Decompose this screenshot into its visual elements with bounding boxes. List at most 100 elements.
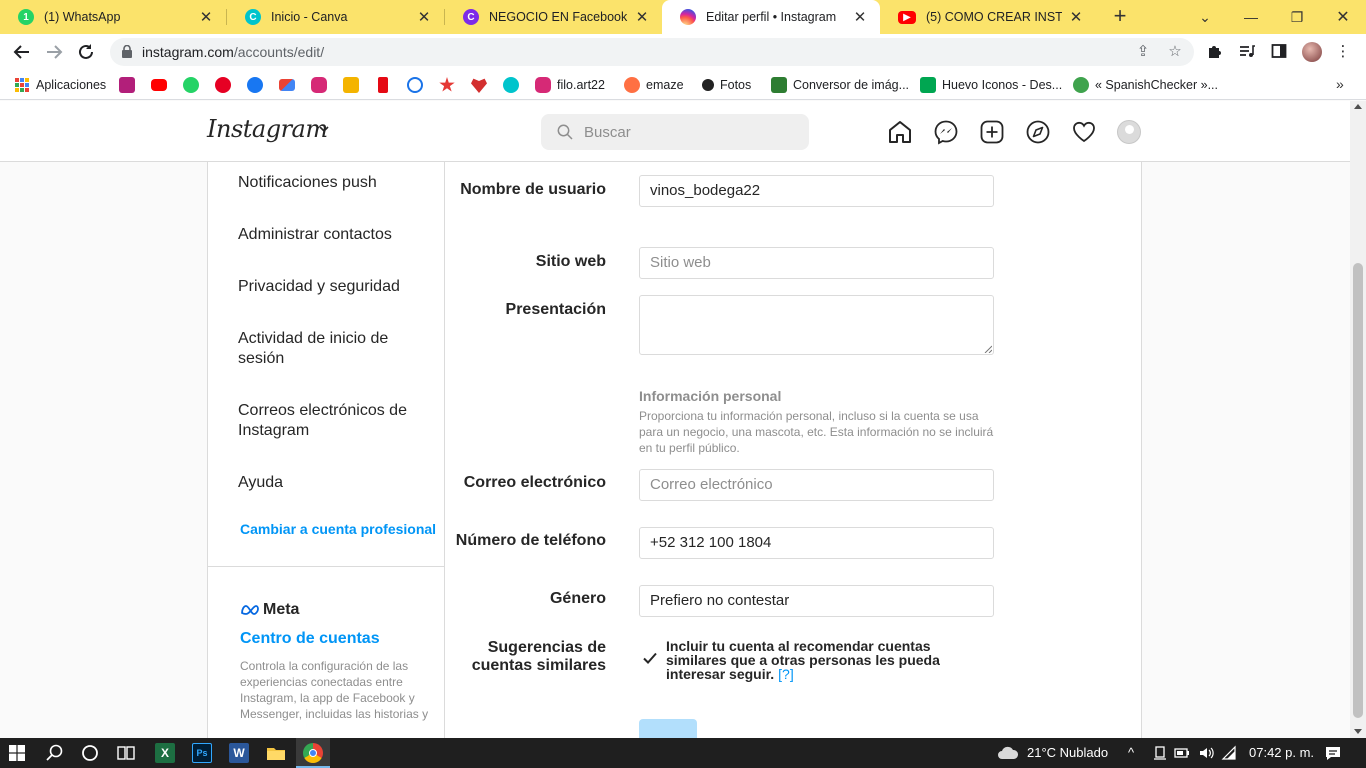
sidebar-item-instagram-emails[interactable]: Correos electrónicos de Instagram [238,401,428,441]
sidebar-item-privacy-security[interactable]: Privacidad y seguridad [238,277,428,297]
wifi-icon[interactable] [1221,745,1237,761]
close-tab-icon[interactable]: ✕ [1068,8,1084,26]
new-tab-button[interactable]: + [1108,4,1132,28]
checkmark-icon [1073,77,1089,93]
tab-instagram[interactable]: Editar perfil • Instagram ✕ [662,0,880,34]
photoshop-icon[interactable]: Ps [192,743,212,763]
bookmark-star-icon[interactable]: ☆ [1166,43,1184,61]
search-input[interactable]: Buscar [541,114,809,150]
bookmark-conversor[interactable]: Conversor de imág... [771,76,909,94]
bookmark-fotos[interactable]: Fotos [702,76,751,94]
gmail-icon[interactable] [279,79,295,91]
chevron-up-icon[interactable]: ^ [1128,745,1134,760]
volume-icon[interactable] [1198,745,1214,761]
gender-select[interactable]: Prefiero no contestar [639,585,994,617]
close-tab-icon[interactable]: ✕ [416,8,432,26]
youtube-icon[interactable] [151,79,167,91]
close-tab-icon[interactable]: ✕ [634,8,650,26]
address-bar[interactable]: instagram.com/accounts/edit/ ⇪ ☆ [110,38,1194,66]
canva-icon[interactable] [503,77,519,93]
word-icon[interactable]: W [229,743,249,763]
file-explorer-icon[interactable] [266,743,286,763]
scroll-down-arrow-icon[interactable] [1354,729,1362,734]
share-icon[interactable]: ⇪ [1134,43,1152,61]
excel-icon[interactable]: X [155,743,175,763]
close-tab-icon[interactable]: ✕ [852,8,868,26]
bookmark-site-icon[interactable] [119,77,135,93]
page-scrollbar[interactable] [1350,101,1366,738]
username-input[interactable]: vinos_bodega22 [639,175,994,207]
bookmark-site-icon[interactable] [407,77,423,93]
sidebar-item-help[interactable]: Ayuda [238,473,428,493]
bookmark-emaze[interactable]: emaze [624,76,684,94]
tab-negocio[interactable]: C NEGOCIO EN Facebook, insta ✕ [445,0,662,34]
bookmark-huevo[interactable]: Huevo Iconos - Des... [920,76,1062,94]
network-device-icon[interactable] [1152,745,1168,761]
facebook-icon[interactable] [247,77,263,93]
whatsapp-icon[interactable] [183,77,199,93]
submit-button[interactable] [639,719,697,738]
resize-grip-icon[interactable] [984,345,992,353]
restore-button[interactable]: ❐ [1274,0,1320,34]
accounts-center-description: Controla la configuración de las experie… [240,659,429,721]
email-input[interactable]: Correo electrónico [639,469,994,501]
bookmark-apps[interactable]: Aplicaciones [14,76,106,94]
pinterest-icon[interactable] [215,77,231,93]
profile-avatar[interactable] [1117,120,1141,144]
explore-compass-icon[interactable] [1025,119,1051,145]
scroll-up-arrow-icon[interactable] [1354,104,1362,109]
suggestions-checkbox[interactable] [641,649,659,667]
tab-whatsapp[interactable]: 1 (1) WhatsApp ✕ [0,0,226,34]
battery-icon[interactable] [1174,745,1190,761]
netflix-icon[interactable] [378,77,388,93]
scrollbar-thumb[interactable] [1353,263,1363,718]
sidebar-item-push-notifications[interactable]: Notificaciones push [238,173,428,193]
forward-arrow-icon[interactable] [42,40,66,64]
website-input[interactable]: Sitio web [639,247,994,279]
heart-icon[interactable] [1071,119,1097,145]
side-panel-icon[interactable] [1270,43,1288,61]
canva-icon: C [463,9,479,25]
minimize-button[interactable]: — [1228,0,1274,34]
chrome-icon[interactable] [303,743,323,763]
suggestions-label: Sugerencias de cuentas similares [471,639,606,674]
heart-icon[interactable] [471,78,487,93]
suggestions-help-link[interactable]: [?] [778,666,794,682]
task-view-icon[interactable] [116,743,136,763]
tab-search-icon[interactable]: ⌄ [1182,0,1228,34]
new-post-icon[interactable] [979,119,1005,145]
weather-text[interactable]: 21°C Nublado [1027,745,1108,760]
windows-start-icon[interactable] [9,745,25,761]
chevron-down-icon[interactable] [318,123,330,135]
extensions-puzzle-icon[interactable] [1206,43,1224,61]
sidebar-item-login-activity[interactable]: Actividad de inicio de sesión [238,329,428,369]
close-window-button[interactable]: ✕ [1320,0,1366,34]
search-icon[interactable] [45,743,65,763]
media-queue-icon[interactable] [1238,43,1256,61]
sidebar-item-manage-contacts[interactable]: Administrar contactos [238,225,428,245]
messenger-icon[interactable] [933,119,959,145]
reload-icon[interactable] [74,40,98,64]
clock-time[interactable]: 07:42 p. m. [1249,745,1314,760]
more-bookmarks-icon[interactable]: » [1336,76,1344,92]
switch-to-professional-link[interactable]: Cambiar a cuenta profesional [240,521,436,537]
tab-canva[interactable]: C Inicio - Canva ✕ [227,0,444,34]
bookmark-spanishchecker[interactable]: « SpanishChecker »... [1073,76,1218,94]
bio-textarea[interactable] [639,295,994,355]
home-icon[interactable] [887,119,913,145]
browser-profile-avatar[interactable] [1302,42,1322,62]
close-tab-icon[interactable]: ✕ [198,8,214,26]
instagram-logo[interactable]: Instagram [207,115,328,143]
back-arrow-icon[interactable] [10,40,34,64]
tab-youtube[interactable]: ▶ (5) COMO CREAR INSTAGRAM ✕ [880,0,1096,34]
weather-cloud-icon[interactable] [996,744,1020,762]
star-icon[interactable] [439,77,455,92]
cortana-icon[interactable] [80,743,100,763]
bookmark-filo[interactable]: filo.art22 [535,76,605,94]
phone-input[interactable]: +52 312 100 1804 [639,527,994,559]
classroom-icon[interactable] [343,77,359,93]
accounts-center-link[interactable]: Centro de cuentas [240,630,380,648]
instagram-icon[interactable] [311,77,327,93]
notifications-icon[interactable] [1324,744,1342,762]
browser-menu-icon[interactable]: ⋮ [1334,43,1352,61]
